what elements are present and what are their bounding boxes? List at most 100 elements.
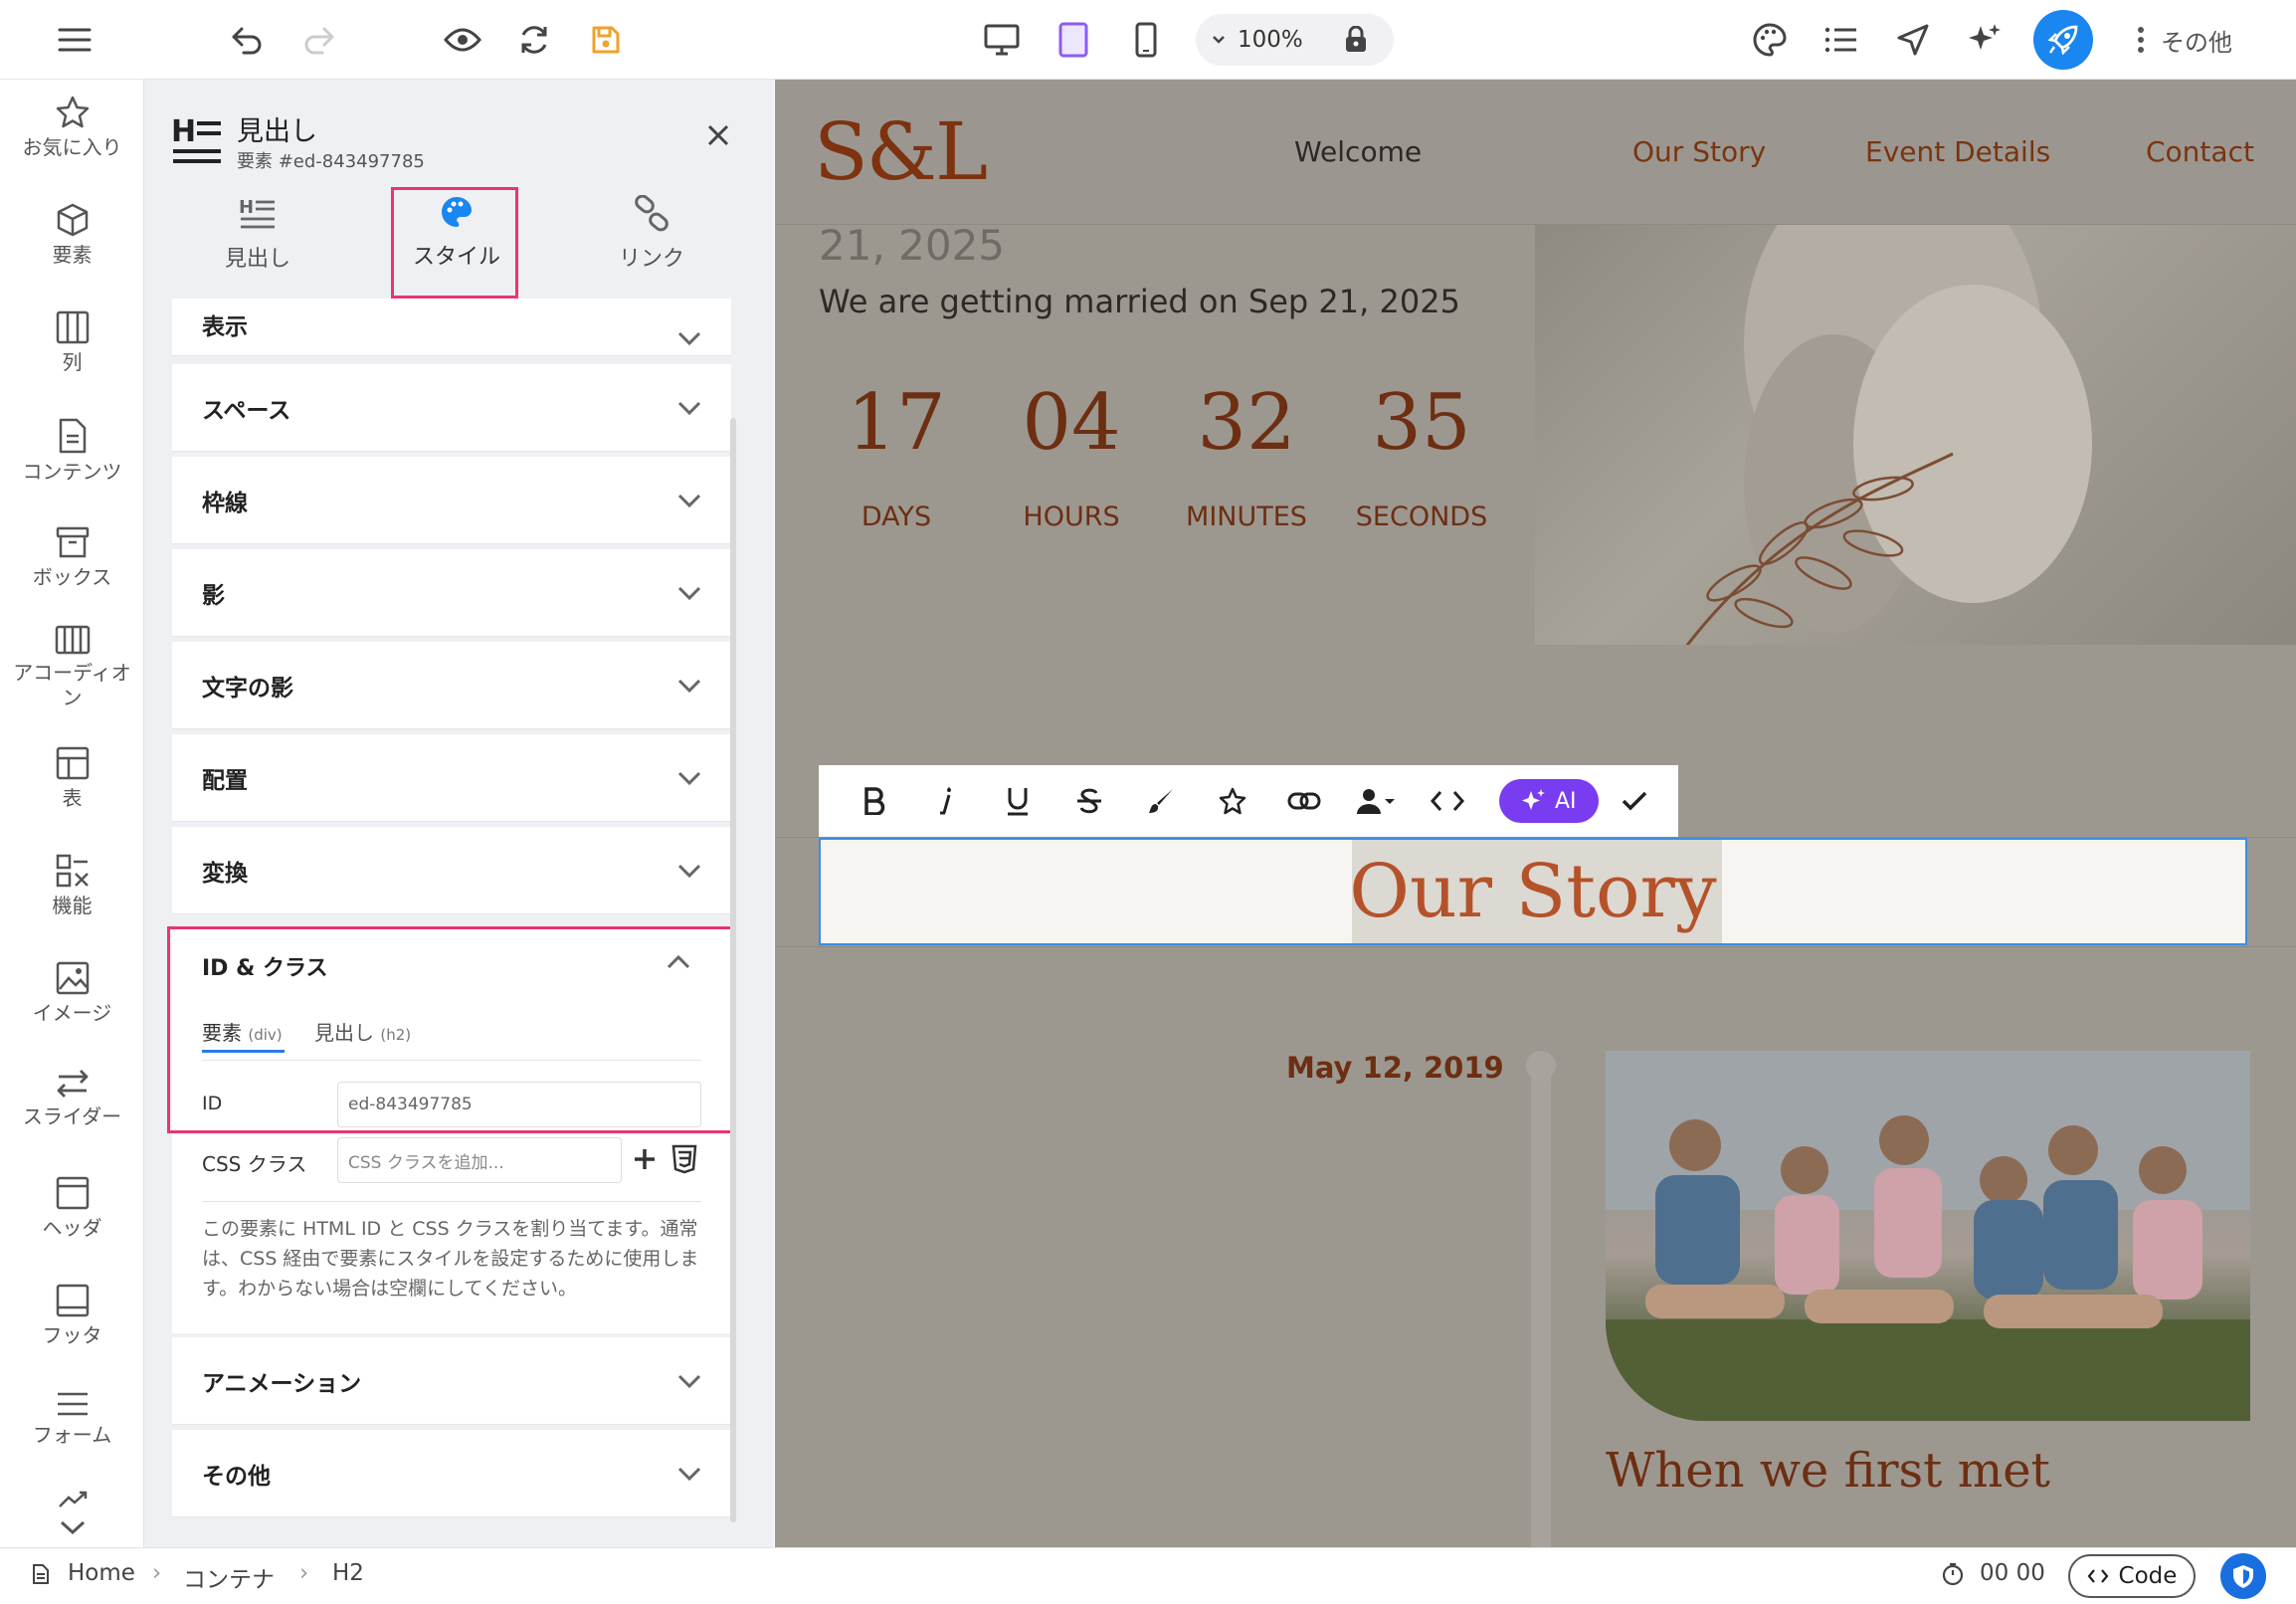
section-label: その他: [202, 1463, 271, 1490]
italic-button[interactable]: [910, 765, 982, 837]
rail-more[interactable]: [0, 1489, 144, 1544]
tab-style-highlight: [391, 187, 518, 299]
rail-label: フォーム: [32, 1423, 112, 1447]
desktop-view-icon[interactable]: [973, 12, 1031, 68]
rail-item-slider[interactable]: スライダー: [0, 1069, 144, 1129]
section-transform[interactable]: 変換: [172, 827, 731, 914]
rail-label: イメージ: [32, 1001, 112, 1025]
tab-link[interactable]: リンク: [619, 195, 684, 273]
tab-heading[interactable]: H 見出し: [225, 195, 290, 273]
more-label: その他: [2161, 28, 2232, 57]
rail-item-favorites[interactable]: お気に入り: [0, 96, 144, 160]
rail-item-table[interactable]: 表: [0, 746, 144, 811]
site-logo[interactable]: S&L: [814, 105, 988, 198]
refresh-icon[interactable]: [505, 12, 563, 68]
cube-icon: [57, 203, 88, 237]
rail-item-features[interactable]: 機能: [0, 854, 144, 918]
section-spacing[interactable]: スペース: [172, 364, 731, 452]
image-icon: [56, 961, 89, 995]
save-icon[interactable]: [577, 12, 635, 68]
breadcrumb-separator-icon: ›: [152, 1560, 162, 1586]
friends-photo: [1606, 1051, 2250, 1421]
sparkles-icon[interactable]: [1956, 12, 2013, 68]
code-button[interactable]: Code: [2068, 1554, 2196, 1598]
code-icon: [2087, 1569, 2108, 1583]
tablet-view-icon[interactable]: [1045, 12, 1102, 68]
rail-item-footer[interactable]: フッタ: [0, 1284, 144, 1348]
lock-icon: [1346, 26, 1366, 52]
section-label: 文字の影: [202, 675, 293, 702]
countdown-minutes-value: 32: [1197, 378, 1296, 468]
preview-eye-icon[interactable]: [434, 12, 491, 68]
section-divider: [775, 946, 2296, 947]
chevron-down-icon: [677, 864, 701, 878]
section-shadow[interactable]: 影: [172, 549, 731, 637]
rail-item-accordion[interactable]: アコーディオン: [0, 625, 144, 710]
close-icon[interactable]: [706, 123, 730, 147]
css-class-input[interactable]: CSS クラスを追加...: [337, 1137, 622, 1183]
redo-icon[interactable]: [290, 12, 348, 68]
nav-event-details[interactable]: Event Details: [1865, 135, 2050, 168]
section-animation[interactable]: アニメーション: [172, 1337, 731, 1425]
bold-button[interactable]: [839, 765, 910, 837]
menu-icon[interactable]: [46, 12, 103, 68]
underline-button[interactable]: [982, 765, 1053, 837]
lock-button[interactable]: [1318, 14, 1394, 66]
box-icon: [56, 526, 89, 558]
add-class-plus-icon[interactable]: [633, 1147, 657, 1171]
nav-our-story[interactable]: Our Story: [1632, 135, 1766, 168]
more-menu[interactable]: その他: [2137, 14, 2232, 66]
send-icon[interactable]: [1884, 12, 1942, 68]
breadcrumb-container[interactable]: コンテナ: [183, 1560, 275, 1594]
breadcrumb-h2[interactable]: H2: [332, 1560, 364, 1586]
section-alignment[interactable]: 配置: [172, 734, 731, 822]
rail-item-form[interactable]: フォーム: [0, 1391, 144, 1448]
divider: [202, 1201, 701, 1202]
section-label: スペース: [202, 397, 291, 424]
chevron-down-icon: [1213, 36, 1225, 44]
rail-item-elements[interactable]: 要素: [0, 203, 144, 268]
publish-rocket-button[interactable]: [2033, 10, 2093, 70]
section-text-shadow[interactable]: 文字の影: [172, 642, 731, 729]
section-border[interactable]: 枠線: [172, 457, 731, 544]
confirm-check-icon[interactable]: [1599, 765, 1670, 837]
section-label: アニメーション: [202, 1370, 362, 1397]
rail-label: 表: [62, 786, 83, 810]
ai-button[interactable]: AI: [1499, 779, 1599, 823]
link-icon: [635, 195, 669, 232]
breadcrumb-home[interactable]: Home: [68, 1560, 135, 1586]
link-icon[interactable]: [1268, 765, 1340, 837]
rail-item-header[interactable]: ヘッダ: [0, 1176, 144, 1241]
rail-item-box[interactable]: ボックス: [0, 525, 144, 590]
countdown-hours-label: HOURS: [1023, 501, 1120, 532]
star-icon[interactable]: [1197, 765, 1268, 837]
mobile-view-icon[interactable]: [1117, 12, 1175, 68]
personalize-user-icon[interactable]: [1340, 765, 1412, 837]
editor-canvas: S&L Welcome Our Story Event Details Cont…: [775, 80, 2296, 1547]
heading-our-story[interactable]: Our Story: [819, 838, 2247, 945]
security-shield-icon[interactable]: [2220, 1553, 2266, 1599]
list-icon[interactable]: [1813, 12, 1870, 68]
rail-item-content[interactable]: コンテンツ: [0, 418, 144, 485]
text-format-toolbar: AI: [819, 765, 1678, 837]
nav-contact[interactable]: Contact: [2146, 135, 2254, 168]
page-icon: [32, 1563, 50, 1585]
undo-icon[interactable]: [218, 12, 276, 68]
chevron-down-icon: [677, 331, 701, 345]
paint-brush-icon[interactable]: [1125, 765, 1197, 837]
rail-item-image[interactable]: イメージ: [0, 961, 144, 1026]
timeline-date: May 12, 2019: [1286, 1051, 1504, 1085]
section-other[interactable]: その他: [172, 1430, 731, 1517]
nav-welcome[interactable]: Welcome: [1294, 135, 1422, 168]
code-icon[interactable]: [1412, 765, 1483, 837]
first-met-heading: When we first met: [1606, 1443, 2050, 1499]
rail-label: コンテンツ: [22, 460, 122, 484]
strikethrough-button[interactable]: [1053, 765, 1125, 837]
rail-label: ヘッダ: [42, 1216, 102, 1240]
section-display[interactable]: 表示: [172, 299, 731, 356]
css3-icon[interactable]: [671, 1144, 697, 1174]
element-rail: お気に入り 要素 列 コンテンツ ボックス アコーディオン 表 機能 イメージ …: [0, 80, 144, 1547]
palette-icon[interactable]: [1741, 12, 1799, 68]
rail-item-columns[interactable]: 列: [0, 310, 144, 375]
panel-scrollbar[interactable]: [730, 418, 736, 1522]
